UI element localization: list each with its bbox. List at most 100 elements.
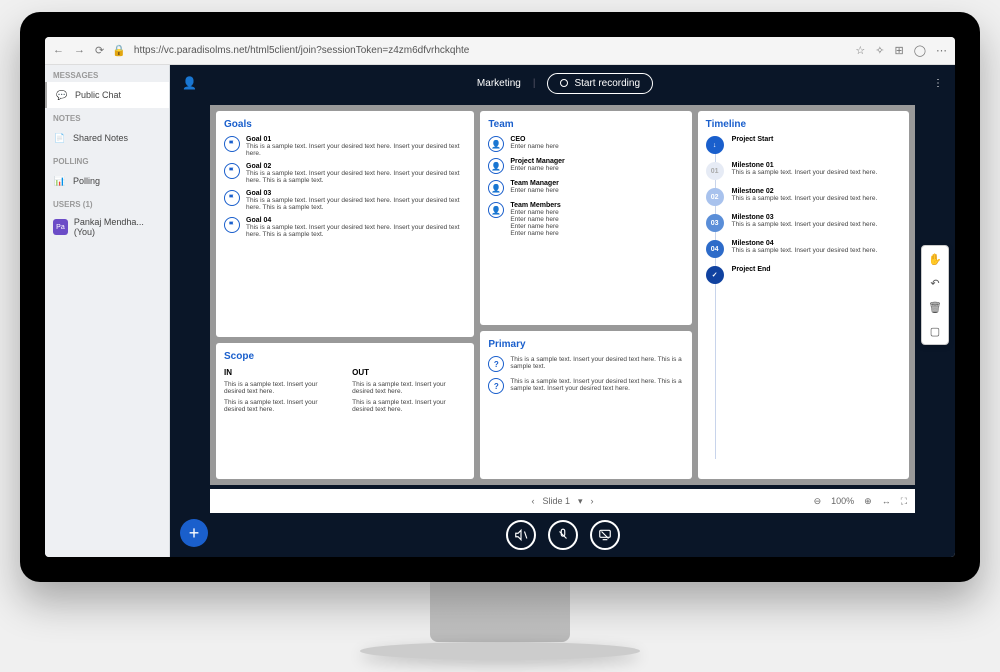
- lock-icon: 🔒: [112, 44, 126, 57]
- browser-address-bar: ← → ⟳ 🔒 https://vc.paradisolms.net/html5…: [45, 37, 955, 65]
- slide-dropdown-icon[interactable]: ▾: [578, 496, 583, 507]
- user-avatar: Pa: [53, 219, 68, 235]
- record-icon: [560, 79, 568, 87]
- timeline-bullet: ↓: [706, 136, 724, 154]
- team-item: 👤 CEOEnter name here: [488, 136, 683, 152]
- section-notes: NOTES: [45, 108, 169, 125]
- mute-button[interactable]: [506, 520, 536, 550]
- team-item: 👤 Team ManagerEnter name here: [488, 180, 683, 196]
- scope-card: Scope IN This is a sample text. Insert y…: [216, 343, 474, 479]
- timeline-title: Timeline: [706, 119, 901, 130]
- share-screen-button[interactable]: [590, 520, 620, 550]
- favorites-icon[interactable]: ✧: [875, 44, 884, 57]
- timeline-bullet: 01: [706, 162, 724, 180]
- toolbox: ✋ ↶ 🗑 ▢: [921, 245, 949, 345]
- goal-item: Goal 02This is a sample text. Insert you…: [224, 163, 466, 184]
- scope-title: Scope: [224, 351, 466, 362]
- forward-icon[interactable]: →: [74, 44, 85, 57]
- topbar: 👤 Marketing | Start recording ⋮: [170, 65, 955, 101]
- section-users: USERS (1): [45, 194, 169, 211]
- notes-icon: 📄: [53, 131, 67, 145]
- scope-in-label: IN: [224, 368, 338, 377]
- sidebar-user-item[interactable]: Pa Pankaj Mendha... (You): [45, 211, 169, 243]
- profile-icon[interactable]: ◯: [914, 44, 926, 57]
- polling-label: Polling: [73, 176, 100, 186]
- presentation-icon[interactable]: ▢: [926, 322, 944, 340]
- primary-item: ? This is a sample text. Insert your des…: [488, 378, 683, 394]
- scope-in-text: This is a sample text. Insert your desir…: [224, 399, 338, 413]
- options-icon[interactable]: ⋮: [933, 78, 943, 89]
- scope-in-text: This is a sample text. Insert your desir…: [224, 381, 338, 395]
- add-button[interactable]: +: [180, 519, 208, 547]
- start-recording-label: Start recording: [574, 78, 640, 89]
- timeline-item: 01 Milestone 01This is a sample text. In…: [706, 162, 901, 180]
- sidebar: MESSAGES 💬 Public Chat NOTES 📄 Shared No…: [45, 65, 170, 557]
- scope-out-text: This is a sample text. Insert your desir…: [352, 399, 466, 413]
- person-icon: 👤: [488, 180, 504, 196]
- goal-item: Goal 04This is a sample text. Insert you…: [224, 217, 466, 238]
- zoom-out-icon[interactable]: ⊖: [814, 496, 822, 507]
- goals-card: Goals Goal 01This is a sample text. Inse…: [216, 111, 474, 337]
- timeline-bullet: 02: [706, 188, 724, 206]
- polling-icon: 📊: [53, 174, 67, 188]
- section-messages: MESSAGES: [45, 65, 169, 82]
- extensions-icon[interactable]: ⊞: [894, 44, 903, 57]
- flag-icon: [224, 163, 240, 179]
- person-icon: 👤: [488, 202, 504, 218]
- team-item: 👤 Team MembersEnter name here Enter name…: [488, 202, 683, 237]
- person-icon: 👤: [488, 136, 504, 152]
- scope-out-text: This is a sample text. Insert your desir…: [352, 381, 466, 395]
- timeline-bullet: 04: [706, 240, 724, 258]
- timeline-item: 04 Milestone 04This is a sample text. In…: [706, 240, 901, 258]
- url-text[interactable]: https://vc.paradisolms.net/html5client/j…: [134, 45, 847, 56]
- timeline-bullet: ✓: [706, 266, 724, 284]
- team-card: Team 👤 CEOEnter name here 👤 Project Mana…: [480, 111, 691, 325]
- goal-item: Goal 01This is a sample text. Insert you…: [224, 136, 466, 157]
- star-icon[interactable]: ☆: [855, 44, 865, 57]
- slide-label[interactable]: Slide 1: [542, 496, 570, 506]
- audio-button[interactable]: [548, 520, 578, 550]
- goals-title: Goals: [224, 119, 466, 130]
- menu-icon[interactable]: ⋯: [936, 44, 947, 57]
- question-icon: ?: [488, 356, 504, 372]
- delete-icon[interactable]: 🗑: [926, 298, 944, 316]
- section-polling: POLLING: [45, 151, 169, 168]
- goal-item: Goal 03This is a sample text. Insert you…: [224, 190, 466, 211]
- fullscreen-icon[interactable]: ⛶: [901, 496, 907, 507]
- question-icon: ?: [488, 378, 504, 394]
- scope-out-label: OUT: [352, 368, 466, 377]
- sidebar-item-shared-notes[interactable]: 📄 Shared Notes: [45, 125, 169, 151]
- sidebar-item-public-chat[interactable]: 💬 Public Chat: [45, 82, 169, 108]
- presentation-slide: ✋ ↶ 🗑 ▢ Goals Goal 01This is a sample te…: [210, 105, 915, 485]
- start-recording-button[interactable]: Start recording: [547, 73, 653, 94]
- flag-icon: [224, 217, 240, 233]
- presentation-title: Marketing: [477, 78, 521, 89]
- slide-navigation: ‹ Slide 1 ▾ › ⊖ 100% ⊕ ↔ ⛶: [210, 489, 915, 513]
- team-item: 👤 Project ManagerEnter name here: [488, 158, 683, 174]
- timeline-card: Timeline ↓ Project Start 01 Milestone 01…: [698, 111, 909, 479]
- timeline-item: ✓ Project End: [706, 266, 901, 284]
- user-icon[interactable]: 👤: [182, 76, 197, 90]
- shared-notes-label: Shared Notes: [73, 133, 128, 143]
- user-name-label: Pankaj Mendha... (You): [74, 217, 161, 237]
- flag-icon: [224, 190, 240, 206]
- timeline-item: ↓ Project Start: [706, 136, 901, 154]
- primary-card: Primary ? This is a sample text. Insert …: [480, 331, 691, 479]
- timeline-item: 02 Milestone 02This is a sample text. In…: [706, 188, 901, 206]
- primary-title: Primary: [488, 339, 683, 350]
- back-icon[interactable]: ←: [53, 44, 64, 57]
- undo-icon[interactable]: ↶: [926, 274, 944, 292]
- fit-width-icon[interactable]: ↔: [882, 496, 891, 506]
- sidebar-item-polling[interactable]: 📊 Polling: [45, 168, 169, 194]
- team-title: Team: [488, 119, 683, 130]
- refresh-icon[interactable]: ⟳: [95, 44, 104, 57]
- zoom-level: 100%: [831, 496, 854, 506]
- prev-slide-icon[interactable]: ‹: [531, 496, 534, 506]
- media-controls: [170, 513, 955, 557]
- next-slide-icon[interactable]: ›: [591, 496, 594, 506]
- public-chat-label: Public Chat: [75, 90, 121, 100]
- zoom-in-icon[interactable]: ⊕: [864, 496, 872, 507]
- timeline-bullet: 03: [706, 214, 724, 232]
- hand-tool-icon[interactable]: ✋: [926, 250, 944, 268]
- flag-icon: [224, 136, 240, 152]
